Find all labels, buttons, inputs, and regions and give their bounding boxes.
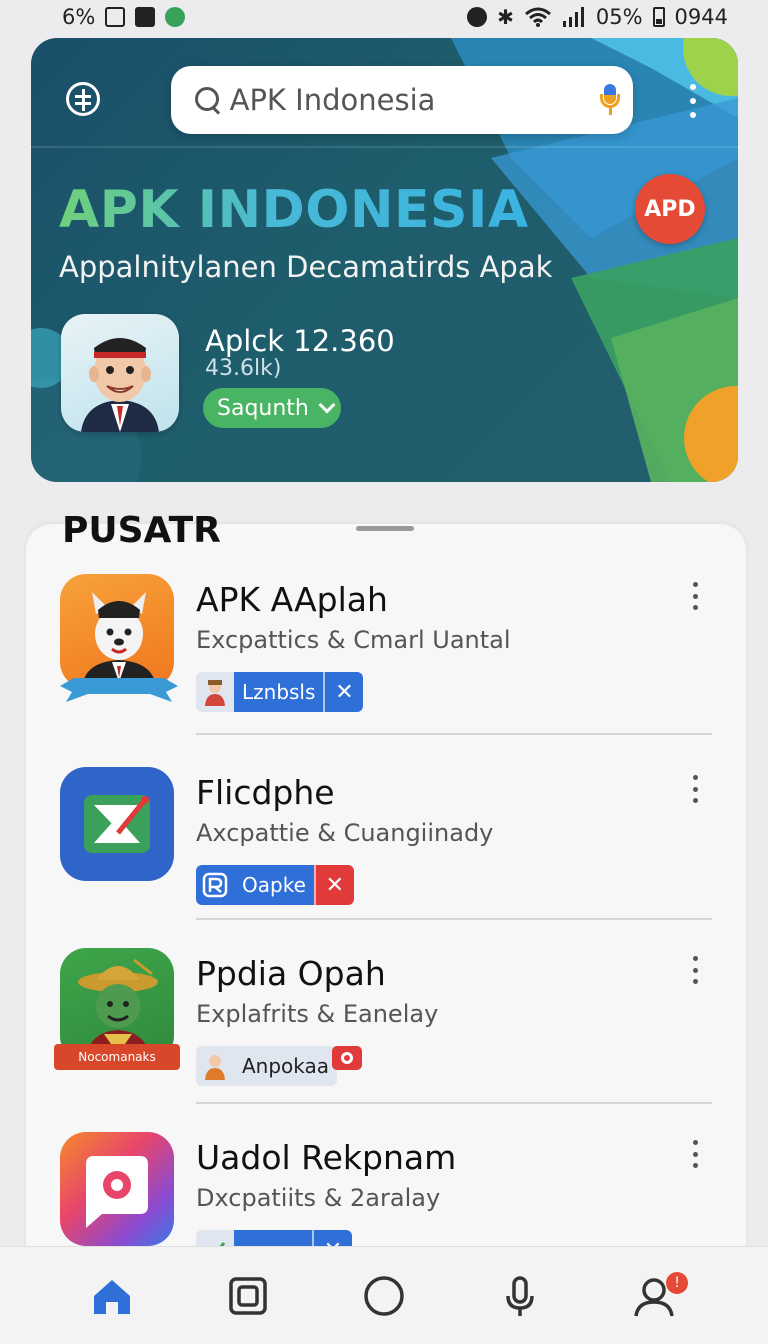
featured-app-size: 43.6lk) [205, 356, 282, 381]
search-input[interactable] [229, 83, 597, 117]
bluetooth-icon: ✱ [497, 5, 514, 29]
status-left: 6% [62, 5, 186, 29]
app-desc: Excpattics & Cmarl Uantal [196, 626, 511, 654]
list-item[interactable]: APK AAplah Excpattics & Cmarl Uantal Lzn… [0, 574, 768, 744]
divider [196, 918, 712, 920]
app-name: Flicdphe [196, 773, 335, 812]
person-icon [196, 672, 234, 712]
more-options-icon[interactable] [690, 582, 700, 610]
app-notification-icon [165, 7, 186, 27]
app-desc: Axcpattie & Cuangiinady [196, 819, 494, 847]
menu-icon[interactable] [66, 82, 100, 116]
home-icon[interactable] [82, 1266, 142, 1326]
list-item[interactable]: Nocomanaks Ppdia Opah Explafrits & Eanel… [0, 948, 768, 1118]
tag-label: Lznbsls [234, 672, 324, 712]
app-ribbon: Nocomanaks [54, 1044, 180, 1070]
tag-label [234, 1230, 312, 1246]
app-tag[interactable]: ✕ [196, 1230, 352, 1246]
mascot-app-icon [60, 574, 178, 702]
more-options-icon[interactable] [690, 956, 700, 984]
circle-icon[interactable] [354, 1266, 414, 1326]
search-bar[interactable] [171, 66, 633, 134]
ribbon-text: Nocomanaks [78, 1050, 156, 1064]
app-name: Uadol Rekpnam [196, 1138, 457, 1177]
profile-icon[interactable]: ! [626, 1266, 688, 1326]
more-options-icon[interactable] [690, 1140, 700, 1168]
mic-icon[interactable] [490, 1266, 550, 1326]
status-right: ✱ 05% 0944 [467, 5, 728, 29]
wifi-icon [524, 7, 551, 27]
list-item[interactable]: Flicdphe Axcpattie & Cuangiinady Oapke ✕ [0, 767, 768, 937]
featured-action-label: Saqunth [217, 395, 309, 421]
battery-percent: 05% [595, 5, 643, 29]
envelope-app-icon [60, 767, 174, 881]
featured-app-icon[interactable] [61, 314, 179, 432]
divider [196, 1102, 712, 1104]
hero-title: APK INDONESIA [59, 180, 529, 240]
divider [196, 733, 712, 735]
app-name: APK AAplah [196, 580, 388, 619]
status-left-text: 6% [62, 5, 96, 29]
tag-label: Oapke [234, 865, 314, 905]
featured-app-name: Aplck 12.360 [205, 324, 395, 358]
more-options-icon[interactable] [683, 84, 703, 118]
app-tag[interactable]: Lznbsls ✕ [196, 672, 364, 712]
close-icon[interactable]: ✕ [323, 672, 364, 712]
close-icon[interactable]: ✕ [313, 865, 354, 905]
featured-action-button[interactable]: Saqunth [203, 388, 341, 428]
notification-icon [135, 7, 156, 27]
battery-icon [652, 7, 665, 27]
section-title: PUSATR [62, 510, 221, 551]
gradient-app-icon [60, 1132, 174, 1246]
tag-label: Anpokaa [234, 1046, 338, 1086]
app-desc: Explafrits & Eanelay [196, 1000, 439, 1028]
search-icon [193, 85, 219, 115]
person-icon [196, 1046, 234, 1086]
app-desc: Dxcpatiits & 2aralay [196, 1184, 441, 1212]
chevron-down-icon [318, 396, 336, 414]
check-icon [196, 1230, 234, 1246]
r-logo-icon [196, 865, 234, 905]
app-name: Ppdia Opah [196, 954, 386, 993]
close-icon[interactable]: ✕ [312, 1230, 352, 1246]
more-options-icon[interactable] [690, 775, 700, 803]
screenshot-icon [105, 7, 126, 27]
signal-icon [562, 7, 584, 27]
voice-search-icon[interactable] [597, 82, 620, 118]
app-tag[interactable]: Oapke ✕ [196, 865, 354, 905]
clock: 0944 [674, 5, 728, 29]
mascot-avatar-icon [81, 338, 159, 432]
alarm-icon [467, 7, 488, 27]
hero-banner[interactable]: APK INDONESIA Appalnitylanen Decamatirds… [31, 38, 738, 482]
drag-handle[interactable] [356, 526, 414, 531]
record-icon[interactable] [332, 1046, 362, 1070]
apps-icon[interactable] [218, 1266, 278, 1326]
notification-badge: ! [666, 1271, 688, 1294]
status-bar: 6% ✱ 05% 0944 [0, 0, 768, 34]
hero-subtitle: Appalnitylanen Decamatirds Apak [59, 250, 553, 284]
app-tag[interactable]: Anpokaa [196, 1046, 338, 1086]
farmer-app-icon: Nocomanaks [54, 948, 180, 1070]
list-item[interactable]: Uadol Rekpnam Dxcpatiits & 2aralay ✕ [0, 1132, 768, 1246]
apd-badge[interactable]: APD [635, 174, 705, 244]
bottom-nav: ! [0, 1246, 768, 1344]
